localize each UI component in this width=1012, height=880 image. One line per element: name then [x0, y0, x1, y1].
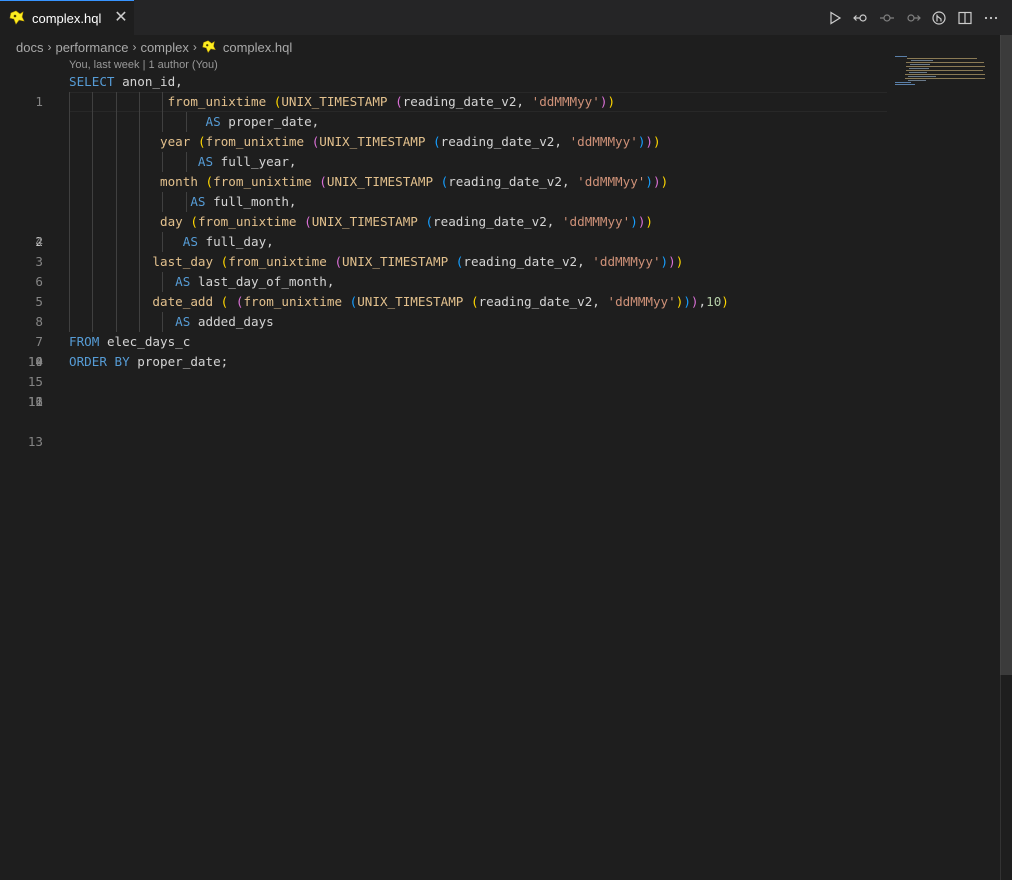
chevron-right-icon: ›	[132, 40, 137, 54]
code-line: 7 AS full_month,	[0, 192, 1000, 349]
minimap-line	[895, 84, 915, 85]
git-blame-codelens[interactable]: You, last week | 1 author (You)	[69, 58, 218, 72]
code-line: 12 date_add ( (from_unixtime (UNIX_TIMES…	[0, 292, 1000, 409]
minimap[interactable]	[893, 56, 988, 96]
run-icon[interactable]	[822, 5, 848, 31]
code-text: AS added_days	[175, 314, 274, 329]
minimap-line	[908, 80, 926, 81]
chevron-right-icon: ›	[47, 40, 52, 54]
hive-file-icon	[8, 9, 26, 27]
code-line: 15 ORDER BY proper_date;	[0, 352, 1000, 389]
code-line: 5 AS full_year,	[0, 152, 1000, 309]
code-text: SELECT anon_id,	[69, 74, 183, 89]
breadcrumb-item-docs[interactable]: docs	[16, 40, 43, 55]
go-back-icon[interactable]	[848, 5, 874, 31]
tab-label: complex.hql	[32, 10, 102, 26]
timeline-icon[interactable]	[874, 5, 900, 31]
code-text: ORDER BY proper_date;	[69, 354, 229, 369]
minimap-line	[911, 60, 933, 61]
code-text: AS full_month,	[190, 194, 297, 209]
code-line: 2 from_unixtime (UNIX_TIMESTAMP (reading…	[0, 92, 1000, 249]
minimap-line	[895, 56, 907, 57]
code-text: date_add ( (from_unixtime (UNIX_TIMESTAM…	[152, 294, 729, 309]
minimap-line	[895, 82, 911, 83]
breadcrumb-item-complex[interactable]: complex	[140, 40, 188, 55]
breadcrumb: docs › performance › complex › complex.h…	[16, 37, 292, 57]
code-line: 10 last_day (from_unixtime (UNIX_TIMESTA…	[0, 252, 1000, 369]
chevron-right-icon: ›	[192, 40, 197, 54]
line-number: 16	[27, 394, 43, 409]
code-text: AS full_year,	[197, 154, 297, 169]
code-text: AS proper_date,	[205, 114, 320, 129]
code-text: AS full_day,	[182, 234, 274, 249]
code-text: from_unixtime (UNIX_TIMESTAMP (reading_d…	[167, 94, 616, 109]
close-icon[interactable]: ✕	[113, 10, 129, 26]
code-editor[interactable]: 1 SELECT anon_id, 2 from_unixtime (UNIX_…	[0, 72, 1000, 449]
code-line: 8 day (from_unixtime (UNIX_TIMESTAMP (re…	[0, 212, 1000, 329]
code-text: year (from_unixtime (UNIX_TIMESTAMP (rea…	[160, 134, 661, 149]
minimap-line	[906, 62, 984, 63]
code-line: 11 AS last_day_of_month,	[0, 272, 1000, 409]
tab-bar: complex.hql ✕	[0, 0, 1012, 35]
breadcrumb-item-file[interactable]: complex.hql	[223, 40, 292, 55]
minimap-line	[905, 74, 985, 75]
code-line: 1 SELECT anon_id,	[0, 72, 1000, 109]
code-line: 13 AS added_days	[0, 312, 1000, 449]
minimap-line	[905, 78, 985, 79]
code-line: 16	[0, 372, 1000, 409]
editor-toolbar	[822, 0, 1004, 35]
split-editor-icon[interactable]	[952, 5, 978, 31]
minimap-line	[906, 66, 985, 67]
hive-file-icon	[201, 39, 217, 55]
minimap-line	[909, 68, 929, 69]
code-line: 14 FROM elec_days_c	[0, 332, 1000, 369]
more-actions-icon[interactable]	[978, 5, 1004, 31]
minimap-line	[907, 58, 977, 59]
code-line: 9 AS full_day,	[0, 232, 1000, 369]
code-text: AS last_day_of_month,	[175, 274, 335, 289]
code-text: last_day (from_unixtime (UNIX_TIMESTAMP …	[152, 254, 684, 269]
code-text: month (from_unixtime (UNIX_TIMESTAMP (re…	[160, 174, 669, 189]
minimap-line	[906, 70, 983, 71]
tab-complex-hql[interactable]: complex.hql ✕	[0, 0, 134, 35]
code-text: day (from_unixtime (UNIX_TIMESTAMP (read…	[160, 214, 653, 229]
git-compare-icon[interactable]	[926, 5, 952, 31]
scrollbar-thumb[interactable]	[1000, 35, 1012, 675]
breadcrumb-item-performance[interactable]: performance	[55, 40, 128, 55]
minimap-line	[908, 76, 936, 77]
code-line: 6 month (from_unixtime (UNIX_TIMESTAMP (…	[0, 172, 1000, 289]
code-line: 3 AS proper_date,	[0, 112, 1000, 269]
code-line: 4 year (from_unixtime (UNIX_TIMESTAMP (r…	[0, 132, 1000, 249]
minimap-line	[910, 64, 930, 65]
go-forward-icon[interactable]	[900, 5, 926, 31]
code-text: FROM elec_days_c	[69, 334, 191, 349]
minimap-line	[909, 72, 927, 73]
